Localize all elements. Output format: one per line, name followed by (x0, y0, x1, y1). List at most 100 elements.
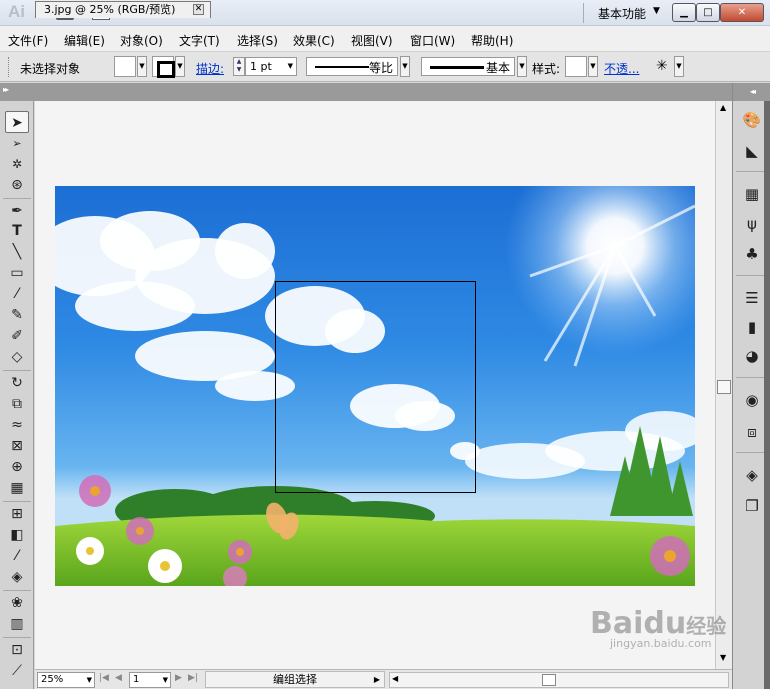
artboard-select[interactable]: 1 ▼ (129, 672, 171, 688)
stroke-panel-icon[interactable]: ☰ (740, 287, 764, 309)
collapse-panel-icon[interactable]: ▸▸ (3, 85, 9, 94)
expand-panels-icon[interactable]: ◂◂ (733, 83, 770, 101)
chevron-down-icon[interactable]: ▼ (653, 6, 660, 16)
profile-line (315, 66, 369, 68)
scroll-left-icon[interactable]: ◀ (392, 674, 398, 683)
artboards-panel-icon[interactable]: ❐ (740, 495, 764, 517)
menu-object[interactable]: 对象(O) (120, 32, 163, 49)
selection-tool-icon[interactable]: ➤ (5, 111, 29, 133)
swatches-panel-icon[interactable]: ▦ (740, 183, 764, 205)
gradient-tool-icon[interactable]: ◧ (5, 524, 29, 546)
paintbrush-tool-icon[interactable]: ⁄ (5, 283, 29, 305)
app-logo: Ai (8, 2, 25, 21)
previous-artboard-icon[interactable]: ◀ (115, 673, 122, 683)
slice-tool-icon[interactable]: ⟋ (5, 660, 29, 682)
eyedropper-tool-icon[interactable]: ⁄ (5, 545, 29, 567)
menu-effect[interactable]: 效果(C) (293, 32, 335, 49)
transparency-panel-icon[interactable]: ◕ (740, 345, 764, 367)
profile-label: 等比 (368, 61, 393, 75)
stroke-panel-link[interactable]: 描边: (196, 60, 224, 77)
free-transform-tool-icon[interactable]: ⊠ (5, 435, 29, 457)
width-tool-icon[interactable]: ≈ (5, 414, 29, 436)
current-tool-label: 编组选择 (273, 673, 317, 686)
opacity-panel-link[interactable]: 不透... (604, 60, 639, 77)
brush-definition-select[interactable]: 基本 (421, 57, 515, 76)
workspace-switcher[interactable]: 基本功能 (598, 5, 646, 22)
last-artboard-icon[interactable]: ▶| (188, 673, 198, 683)
stroke-swatch[interactable] (152, 56, 175, 78)
options-dropdown[interactable]: ▼ (674, 56, 684, 77)
next-artboard-icon[interactable]: ▶ (175, 673, 182, 683)
brushes-panel-icon[interactable]: ψ (740, 213, 764, 235)
horizontal-scrollbar[interactable]: ◀ (389, 672, 729, 688)
fill-dropdown[interactable]: ▼ (137, 56, 147, 77)
perspective-grid-tool-icon[interactable]: ▦ (5, 477, 29, 499)
profile-dropdown[interactable]: ▼ (400, 56, 410, 77)
menu-type[interactable]: 文字(T) (179, 32, 220, 49)
scroll-down-icon[interactable]: ▼ (720, 653, 726, 662)
watermark-paw: du (643, 606, 687, 641)
pen-tool-icon[interactable]: ✒ (5, 200, 29, 222)
rectangle-tool-icon[interactable]: ▭ (5, 262, 29, 284)
maximize-button[interactable]: □ (696, 3, 720, 22)
magic-wand-icon[interactable]: ✳ (656, 58, 668, 74)
pencil-tool-icon[interactable]: ✎ (5, 304, 29, 326)
status-bar: 25% ▼ |◀ ◀ 1 ▼ ▶ ▶| 编组选择 ▶ ◀ (35, 669, 732, 689)
vertical-scrollbar[interactable]: ▲ ▼ (715, 101, 732, 669)
color-panel-icon[interactable]: 🎨 (740, 109, 764, 131)
document-tab[interactable]: 3.jpg @ 25% (RGB/预览) ✕ (35, 1, 211, 18)
blob-brush-tool-icon[interactable]: ✐ (5, 325, 29, 347)
stroke-weight-stepper[interactable]: ▲ ▼ (233, 57, 245, 76)
zoom-select[interactable]: 25% ▼ (37, 672, 95, 688)
symbol-sprayer-tool-icon[interactable]: ❀ (5, 592, 29, 614)
blend-tool-icon[interactable]: ◈ (5, 566, 29, 588)
divider (3, 370, 31, 371)
brush-dropdown[interactable]: ▼ (517, 56, 527, 77)
minimize-button[interactable]: ▁ (672, 3, 696, 22)
graphic-styles-panel-icon[interactable]: ⧈ (740, 421, 764, 443)
graphic-style-dropdown[interactable]: ▼ (588, 56, 598, 77)
line-segment-tool-icon[interactable]: ╲ (5, 241, 29, 263)
graphic-style-swatch[interactable] (565, 56, 587, 77)
column-graph-tool-icon[interactable]: ▥ (5, 613, 29, 635)
layers-panel-icon[interactable]: ◈ (740, 464, 764, 486)
scroll-thumb[interactable] (542, 674, 556, 686)
menu-file[interactable]: 文件(F) (8, 32, 48, 49)
menu-edit[interactable]: 编辑(E) (64, 32, 105, 49)
artboard-number: 1 (133, 674, 140, 685)
lasso-tool-icon[interactable]: ⊛ (5, 174, 29, 196)
artboard-rectangle[interactable] (275, 281, 476, 493)
scale-tool-icon[interactable]: ⧉ (5, 393, 29, 415)
mesh-tool-icon[interactable]: ⊞ (5, 503, 29, 525)
color-guide-icon[interactable]: ◣ (740, 140, 764, 162)
close-button[interactable]: ✕ (720, 3, 764, 22)
shape-builder-tool-icon[interactable]: ⊕ (5, 456, 29, 478)
fill-swatch[interactable] (114, 56, 136, 77)
appearance-panel-icon[interactable]: ◉ (740, 389, 764, 411)
scroll-thumb[interactable] (717, 380, 731, 394)
first-artboard-icon[interactable]: |◀ (99, 673, 109, 683)
watermark-brand: Bai (590, 606, 644, 641)
stroke-weight-select[interactable]: 1 pt ▼ (245, 57, 297, 76)
menu-help[interactable]: 帮助(H) (471, 32, 513, 49)
symbols-panel-icon[interactable]: ♣ (740, 243, 764, 265)
type-tool-icon[interactable]: T (5, 220, 29, 242)
magic-wand-tool-icon[interactable]: ✲ (5, 153, 29, 175)
menu-window[interactable]: 窗口(W) (410, 32, 455, 49)
stroke-weight-value: 1 pt (250, 60, 272, 73)
grip-handle[interactable] (8, 57, 10, 77)
gradient-panel-icon[interactable]: ▮ (740, 316, 764, 338)
style-label: 样式: (532, 62, 561, 76)
menu-select[interactable]: 选择(S) (237, 32, 278, 49)
scroll-up-icon[interactable]: ▲ (720, 103, 726, 112)
artboard-tool-icon[interactable]: ⊡ (5, 639, 29, 661)
rotate-tool-icon[interactable]: ↻ (5, 372, 29, 394)
current-tool-status[interactable]: 编组选择 ▶ (205, 671, 385, 688)
variable-width-profile-select[interactable]: 等比 (306, 57, 398, 76)
close-icon[interactable]: ✕ (193, 4, 204, 15)
stroke-dropdown[interactable]: ▼ (175, 56, 185, 77)
direct-selection-tool-icon[interactable]: ➢ (5, 133, 29, 155)
document-tab-title: 3.jpg @ 25% (RGB/预览) (44, 3, 176, 16)
eraser-tool-icon[interactable]: ◇ (5, 346, 29, 368)
menu-view[interactable]: 视图(V) (351, 32, 393, 49)
